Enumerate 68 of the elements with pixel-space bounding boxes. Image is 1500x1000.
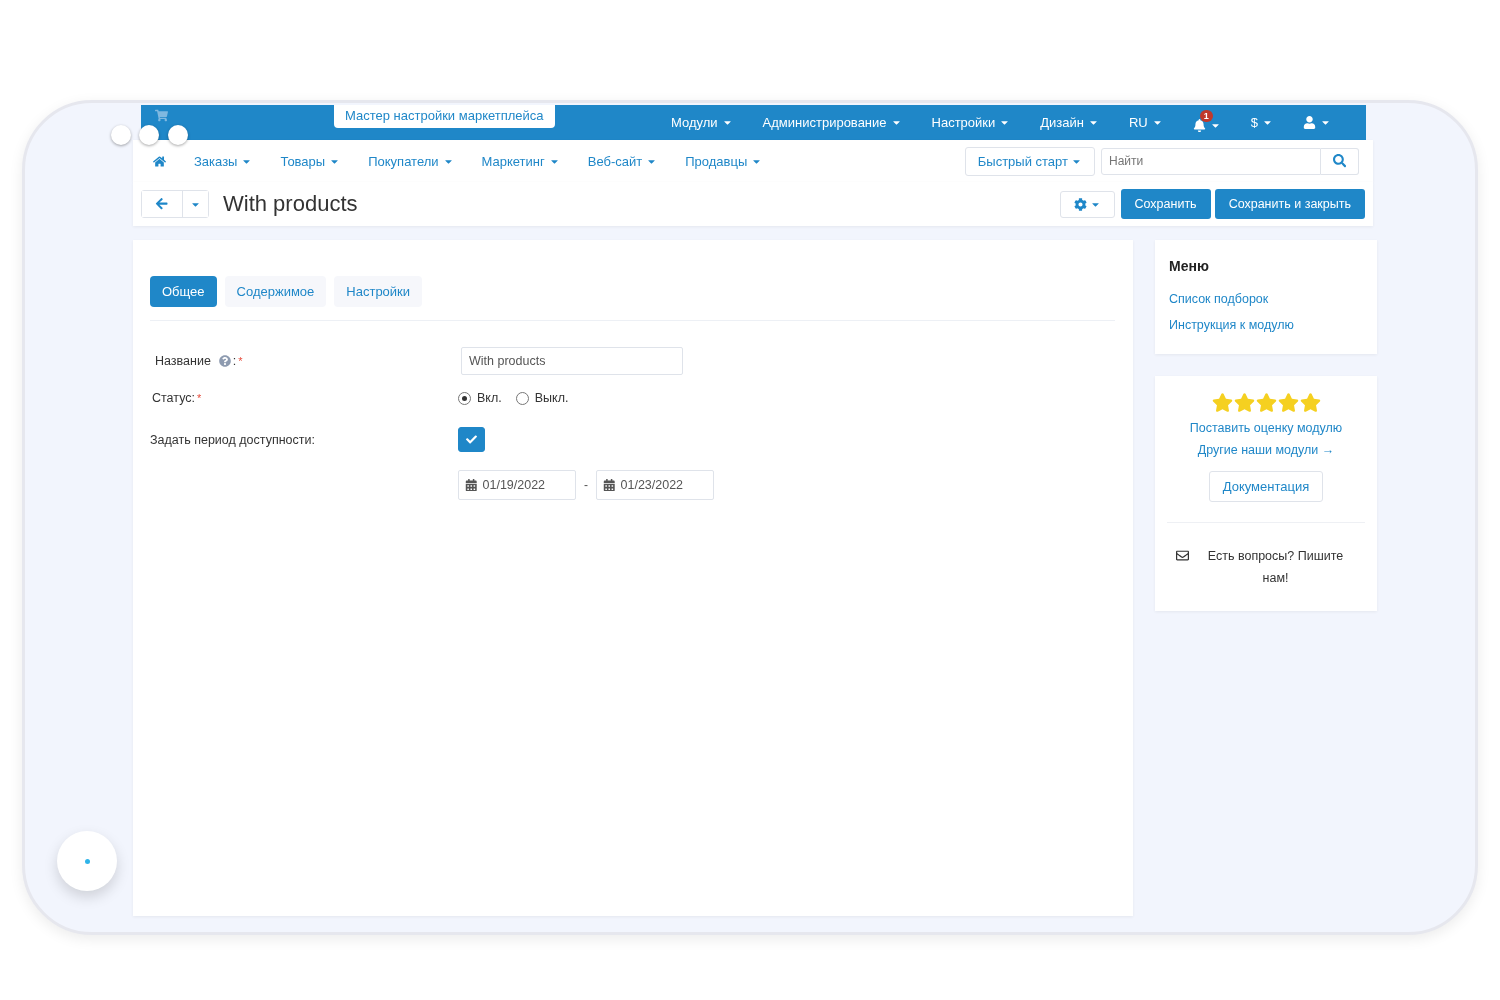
home-link[interactable] [153,154,166,168]
star-icon [1255,392,1277,413]
menu-item[interactable]: Настройки [916,115,1026,130]
status-radio[interactable]: Выкл. [515,391,569,405]
user-icon [1303,116,1316,129]
menu-item[interactable]: RU [1114,115,1178,130]
save-button[interactable]: Сохранить [1120,189,1211,219]
date-separator: - [584,478,588,492]
star-icon [1277,392,1299,413]
name-input[interactable]: With products [461,347,683,375]
status-radio[interactable]: Вкл. [458,391,502,405]
menu-link[interactable]: Инструкция к модулю [1169,318,1363,332]
star-icon [1233,392,1255,413]
menu-item[interactable]: Администрирование [747,115,917,130]
menu-link[interactable]: Список подборок [1169,292,1363,306]
checkmark-icon [466,434,477,445]
documentation-button[interactable]: Документация [1208,471,1324,502]
settings-button[interactable] [1059,190,1115,218]
calendar-icon [465,478,478,492]
back-button-group[interactable] [141,190,209,218]
field-label: Статус: [152,391,195,405]
contact-text: Есть вопросы? Пишите нам! [1206,548,1345,587]
field-label: Задать период доступности: [150,432,315,447]
checkbox[interactable] [458,427,485,452]
nav-item[interactable]: Маркетинг [481,153,560,169]
menu-item[interactable]: Модули [656,115,748,130]
star-icon [1299,392,1321,413]
required-mark: * [197,392,202,404]
star-icon [1211,392,1233,413]
home-icon [153,154,166,168]
gear-icon [1073,197,1087,211]
help-icon [218,355,231,367]
rate-link[interactable]: Поставить оценку модулю [1189,421,1343,435]
date-field[interactable]: 01/19/2022 [458,470,576,500]
nav-item[interactable]: Веб-сайт [587,153,658,169]
tab[interactable]: Настройки [334,276,423,307]
page-title: With products [223,191,358,217]
notifications-button[interactable]: 1 [1177,109,1236,136]
field-label: Название [155,354,211,368]
cart-icon [155,109,168,122]
search-field[interactable]: Найти [1101,147,1321,175]
circle-dot [111,125,131,145]
save-button[interactable]: Сохранить и закрыть [1214,189,1365,219]
date-field[interactable]: 01/23/2022 [596,470,714,500]
nav-item[interactable]: Продавцы [685,153,763,169]
wizard-button[interactable]: Мастер настройки маркетплейса [334,105,555,128]
tab[interactable]: Содержимое [224,276,327,307]
date-value: 01/19/2022 [482,478,546,492]
nav-item[interactable]: Товары [280,153,341,169]
tab[interactable]: Общее [150,276,217,307]
nav-item[interactable]: Покупатели [368,153,454,169]
modules-link[interactable]: Другие наши модули → [1197,443,1335,457]
search-button[interactable] [1321,147,1359,175]
calendar-icon [603,478,616,492]
date-value: 01/23/2022 [620,478,684,492]
notification-badge: 1 [1199,109,1213,122]
envelope-icon [1176,549,1189,562]
dot-icon [84,858,90,864]
bell-icon [1192,118,1206,132]
menu-item[interactable]: Дизайн [1025,115,1114,130]
required-mark: * [238,355,243,367]
arrow-left-icon [155,197,169,211]
search-icon [1332,154,1347,168]
nav-item[interactable]: Заказы [194,153,253,169]
colon-text: : [232,354,237,368]
currency-menu[interactable]: $ [1235,115,1288,130]
menu-title: Меню [1169,258,1210,274]
quick-start-button[interactable]: Быстрый старт [964,146,1095,176]
